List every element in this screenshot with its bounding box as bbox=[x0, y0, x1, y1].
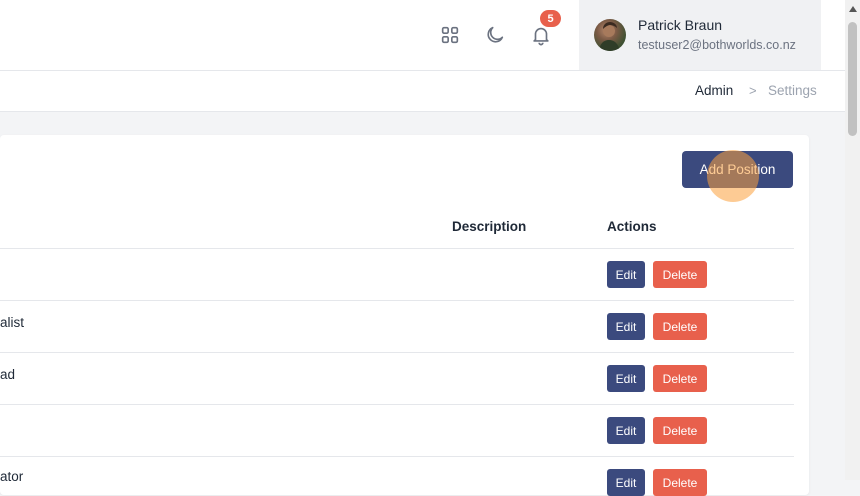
breadcrumb-item-settings: Settings bbox=[768, 83, 817, 98]
delete-button[interactable]: Delete bbox=[653, 261, 707, 288]
row-divider bbox=[0, 248, 794, 249]
delete-button[interactable]: Delete bbox=[653, 365, 707, 392]
delete-button[interactable]: Delete bbox=[653, 469, 707, 496]
position-name: ator bbox=[0, 469, 24, 484]
scroll-up-arrow-icon[interactable] bbox=[849, 6, 857, 12]
edit-button[interactable]: Edit bbox=[607, 469, 645, 496]
notification-badge: 5 bbox=[540, 10, 561, 27]
top-bar: 5 Patrick Braun testuser2@bothworlds.co.… bbox=[0, 0, 845, 71]
edit-button[interactable]: Edit bbox=[607, 417, 645, 444]
position-name: alist bbox=[0, 315, 25, 330]
edit-button[interactable]: Edit bbox=[607, 365, 645, 392]
delete-button[interactable]: Delete bbox=[653, 313, 707, 340]
row-divider bbox=[0, 300, 794, 301]
delete-button[interactable]: Delete bbox=[653, 417, 707, 444]
avatar bbox=[594, 19, 626, 51]
row-divider bbox=[0, 404, 794, 405]
edit-button[interactable]: Edit bbox=[607, 261, 645, 288]
row-divider bbox=[0, 352, 794, 353]
position-name: ad bbox=[0, 367, 16, 382]
page-scrollbar[interactable] bbox=[845, 0, 860, 480]
column-header-actions: Actions bbox=[607, 219, 657, 234]
breadcrumb-separator-icon: > bbox=[749, 83, 757, 98]
breadcrumb: Admin > Settings bbox=[0, 71, 845, 112]
user-name: Patrick Braun bbox=[638, 17, 723, 33]
scroll-thumb[interactable] bbox=[848, 22, 857, 136]
user-menu[interactable]: Patrick Braun testuser2@bothworlds.co.nz bbox=[579, 0, 821, 70]
add-position-button[interactable]: Add Position bbox=[682, 151, 793, 188]
moon-icon[interactable] bbox=[482, 22, 508, 48]
breadcrumb-item-admin[interactable]: Admin bbox=[695, 83, 733, 98]
user-email: testuser2@bothworlds.co.nz bbox=[638, 38, 796, 52]
column-header-description: Description bbox=[452, 219, 527, 234]
apps-grid-icon[interactable] bbox=[437, 22, 463, 48]
edit-button[interactable]: Edit bbox=[607, 313, 645, 340]
row-divider bbox=[0, 456, 794, 457]
